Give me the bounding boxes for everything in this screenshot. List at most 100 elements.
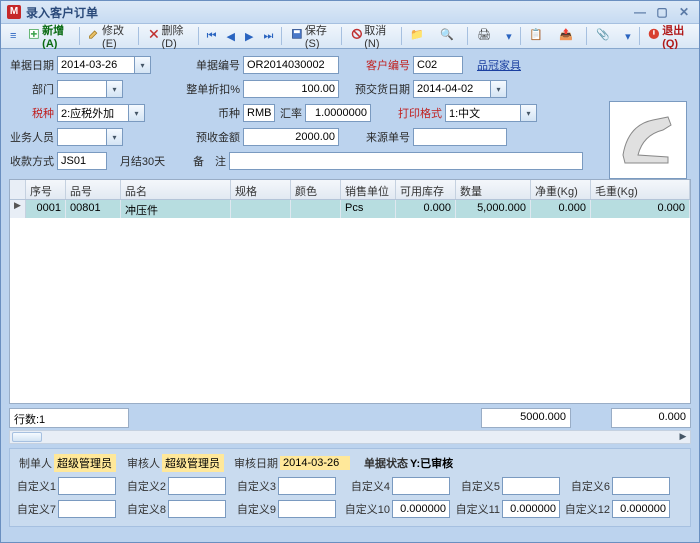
nav-prev-button[interactable]: ◀ (223, 27, 239, 46)
tool1-button[interactable]: 📁 (405, 25, 433, 47)
c5-label: 自定义5 (452, 478, 500, 494)
c4-input[interactable] (392, 477, 450, 495)
c5-input[interactable] (502, 477, 560, 495)
horizontal-scrollbar[interactable]: ▶ (9, 430, 691, 444)
c7-input[interactable] (58, 500, 116, 518)
prepay-input[interactable] (243, 128, 339, 146)
c2-input[interactable] (168, 477, 226, 495)
maximize-button[interactable]: ▢ (653, 5, 671, 19)
export-icon: 📤 (559, 28, 575, 44)
col-item-no[interactable]: 品号 (66, 180, 121, 199)
sales-input[interactable] (57, 128, 107, 146)
cell-seq[interactable]: 0001 (26, 200, 66, 218)
predeliv-dd-icon[interactable]: ▾ (491, 80, 507, 98)
cell-gross[interactable]: 0.000 (591, 200, 690, 218)
c12-input[interactable] (612, 500, 670, 518)
save-icon (291, 28, 303, 44)
table-row[interactable]: ▶ 0001 00801 冲压件 Pcs 0.000 5,000.000 0.0… (10, 200, 690, 218)
date-picker-icon[interactable]: ▾ (135, 56, 151, 74)
rate-input[interactable] (305, 104, 371, 122)
c10-label: 自定义10 (338, 501, 390, 517)
attach-button[interactable]: 📎 (591, 25, 619, 47)
currency-label: 币种 (145, 105, 243, 121)
minimize-button[interactable]: — (631, 5, 649, 19)
cell-net[interactable]: 0.000 (531, 200, 591, 218)
printfmt-input[interactable] (445, 104, 521, 122)
cell-qty[interactable]: 5,000.000 (456, 200, 531, 218)
col-color[interactable]: 颜色 (291, 180, 341, 199)
src-label: 来源单号 (339, 129, 413, 145)
nav-first-button[interactable]: ⏮ (203, 27, 221, 46)
dept-dd-icon[interactable]: ▾ (107, 80, 123, 98)
cust-name-link[interactable]: 品冠家具 (477, 57, 521, 73)
tax-input[interactable] (57, 104, 129, 122)
c4-label: 自定义4 (338, 478, 390, 494)
print-icon: 🖨 (477, 28, 493, 44)
remark-input[interactable] (229, 152, 583, 170)
col-stock[interactable]: 可用库存 (396, 180, 456, 199)
cell-spec[interactable] (231, 200, 291, 218)
col-unit[interactable]: 销售单位 (341, 180, 396, 199)
c10-input[interactable] (392, 500, 450, 518)
c3-input[interactable] (278, 477, 336, 495)
product-image (609, 101, 687, 179)
c9-input[interactable] (278, 500, 336, 518)
rate-label: 汇率 (275, 105, 305, 121)
c8-input[interactable] (168, 500, 226, 518)
cell-stock[interactable]: 0.000 (396, 200, 456, 218)
c1-input[interactable] (58, 477, 116, 495)
c6-input[interactable] (612, 477, 670, 495)
attach-dd-button[interactable]: ▾ (621, 27, 635, 46)
cell-item-no[interactable]: 00801 (66, 200, 121, 218)
print-button[interactable]: 🖨 (472, 25, 500, 47)
cust-no-input[interactable] (413, 56, 463, 74)
edit-button[interactable]: 修改(E) (83, 19, 134, 53)
checkdate-label: 审核日期 (226, 455, 278, 471)
c9-label: 自定义9 (228, 501, 276, 517)
menu-button[interactable]: ≡ (5, 27, 21, 45)
order-date-input[interactable] (57, 56, 135, 74)
cell-item-name[interactable]: 冲压件 (121, 200, 231, 218)
col-net[interactable]: 净重(Kg) (531, 180, 591, 199)
order-no-label: 单据编号 (151, 57, 243, 73)
col-seq[interactable]: 序号 (26, 180, 66, 199)
c6-label: 自定义6 (562, 478, 610, 494)
currency-input[interactable] (243, 104, 275, 122)
scroll-right-icon[interactable]: ▶ (677, 431, 689, 443)
printfmt-label: 打印格式 (371, 105, 445, 121)
cell-unit[interactable]: Pcs (341, 200, 396, 218)
exit-button[interactable]: 退出(Q) (643, 19, 695, 53)
window-title: 录入客户订单 (26, 4, 98, 21)
printfmt-dd-icon[interactable]: ▾ (521, 104, 537, 122)
paymode-input[interactable] (57, 152, 107, 170)
print-dd-button[interactable]: ▾ (502, 27, 516, 46)
add-button[interactable]: 新增(A) (23, 19, 74, 53)
export-button[interactable]: 📤 (554, 25, 582, 47)
c12-label: 自定义12 (562, 501, 610, 517)
sales-dd-icon[interactable]: ▾ (107, 128, 123, 146)
copy-button[interactable]: 📋 (524, 25, 552, 47)
cell-color[interactable] (291, 200, 341, 218)
col-qty[interactable]: 数量 (456, 180, 531, 199)
tax-dd-icon[interactable]: ▾ (129, 104, 145, 122)
nav-next-button[interactable]: ▶ (241, 27, 257, 46)
paymode-label: 收款方式 (9, 153, 57, 169)
src-input[interactable] (413, 128, 507, 146)
col-gross[interactable]: 毛重(Kg) (591, 180, 690, 199)
close-button[interactable]: ✕ (675, 5, 693, 19)
cancel-icon (351, 28, 363, 44)
nav-last-button[interactable]: ⏭ (259, 27, 277, 46)
scrollbar-thumb[interactable] (12, 432, 42, 442)
dept-input[interactable] (57, 80, 107, 98)
predeliv-input[interactable] (413, 80, 491, 98)
cancel-button[interactable]: 取消(N) (346, 19, 397, 53)
discount-input[interactable] (243, 80, 339, 98)
order-no-input[interactable] (243, 56, 339, 74)
c11-input[interactable] (502, 500, 560, 518)
col-item-name[interactable]: 品名 (121, 180, 231, 199)
col-spec[interactable]: 规格 (231, 180, 291, 199)
delete-button[interactable]: 删除(D) (143, 19, 194, 53)
predeliv-label: 预交货日期 (339, 81, 413, 97)
tool2-button[interactable]: 🔍 (435, 25, 463, 47)
save-button[interactable]: 保存(S) (286, 19, 337, 53)
